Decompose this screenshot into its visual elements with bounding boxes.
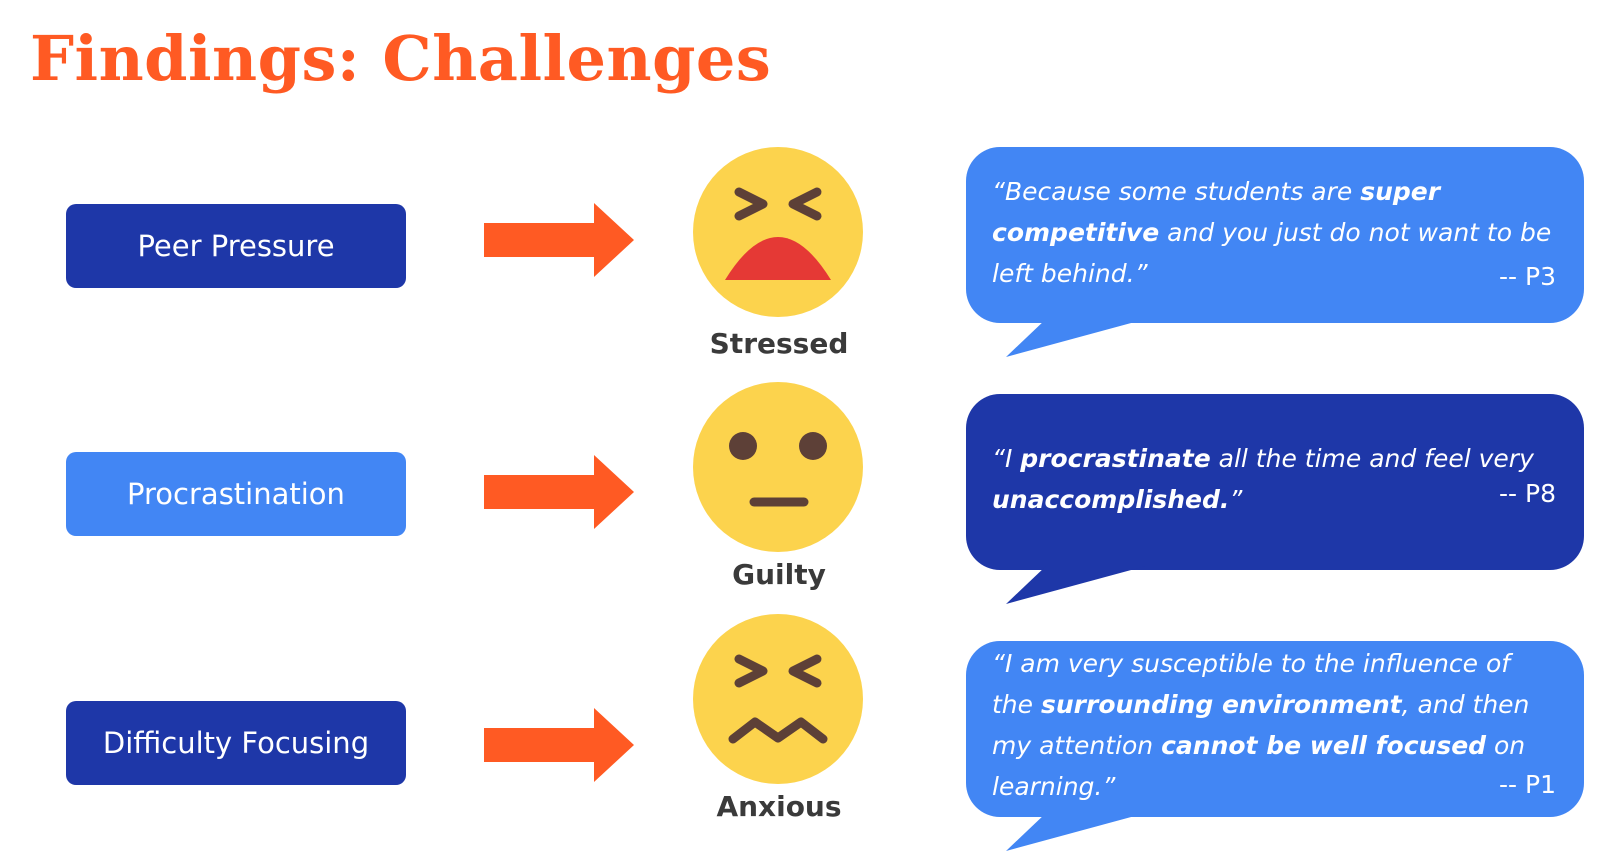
quote-text: “I procrastinate all the time and feel v… bbox=[992, 444, 1534, 514]
quote-text: “I am very susceptible to the influence … bbox=[992, 649, 1529, 801]
quote-bubble-p3: “Because some students are super competi… bbox=[966, 147, 1584, 357]
cause-box-peer-pressure: Peer Pressure bbox=[66, 204, 406, 288]
quote-body: “I am very susceptible to the influence … bbox=[966, 641, 1584, 817]
quote-bubble-p8: “I procrastinate all the time and feel v… bbox=[966, 394, 1584, 604]
speech-bubble-tail bbox=[1006, 566, 1146, 604]
arrow-right-icon bbox=[484, 708, 634, 782]
quote-segment: ” bbox=[1229, 485, 1243, 514]
quote-segment: “Because some students are bbox=[992, 177, 1361, 206]
quote-attribution: -- P3 bbox=[1499, 262, 1556, 291]
page-title: Findings: Challenges bbox=[30, 22, 772, 95]
quote-body: “I procrastinate all the time and feel v… bbox=[966, 394, 1584, 570]
arrow-right-icon bbox=[484, 203, 634, 277]
anxious-face-icon bbox=[693, 614, 863, 784]
quote-emphasis: surrounding environment bbox=[1040, 690, 1402, 719]
quote-segment: “I bbox=[992, 444, 1021, 473]
cause-label: Procrastination bbox=[127, 477, 345, 511]
speech-bubble-tail bbox=[1006, 319, 1146, 357]
quote-attribution: -- P1 bbox=[1499, 770, 1556, 799]
emotion-label-guilty: Guilty bbox=[732, 558, 826, 591]
quote-segment: all the time and feel very bbox=[1210, 444, 1534, 473]
emotion-label-anxious: Anxious bbox=[716, 790, 842, 823]
quote-attribution: -- P8 bbox=[1499, 479, 1556, 508]
quote-bubble-p1: “I am very susceptible to the influence … bbox=[966, 641, 1584, 851]
speech-bubble-tail bbox=[1006, 813, 1146, 851]
neutral-face-icon bbox=[693, 382, 863, 552]
quote-emphasis: procrastinate bbox=[1020, 444, 1211, 473]
cause-label: Peer Pressure bbox=[137, 229, 335, 263]
emotion-label-stressed: Stressed bbox=[709, 327, 849, 360]
cause-box-procrastination: Procrastination bbox=[66, 452, 406, 536]
quote-emphasis: unaccomplished. bbox=[992, 485, 1230, 514]
stressed-face-icon bbox=[693, 147, 863, 317]
quote-emphasis: cannot be well focused bbox=[1161, 731, 1487, 760]
quote-text: “Because some students are super competi… bbox=[992, 177, 1551, 288]
arrow-right-icon bbox=[484, 455, 634, 529]
quote-body: “Because some students are super competi… bbox=[966, 147, 1584, 323]
cause-label: Difficulty Focusing bbox=[102, 726, 370, 760]
cause-box-difficulty-focusing: Difficulty Focusing bbox=[66, 701, 406, 785]
